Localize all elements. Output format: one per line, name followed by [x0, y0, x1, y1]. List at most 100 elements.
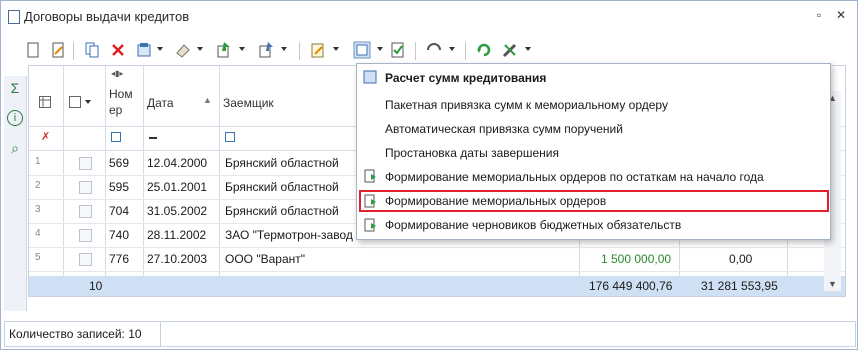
restore-button[interactable]: ▫	[813, 9, 825, 21]
settings-arrows-dropdown[interactable]	[449, 47, 455, 51]
header-checkbox-cell[interactable]	[63, 66, 106, 124]
import-icon[interactable]	[215, 41, 233, 59]
cell-borrower: Брянский областной	[225, 204, 339, 218]
date-filter-icon[interactable]	[149, 137, 157, 139]
toolbar-separator	[415, 42, 416, 60]
status-divider	[160, 322, 161, 346]
edit-note-icon[interactable]	[309, 41, 327, 59]
row-checkbox[interactable]	[79, 181, 92, 194]
eraser-icon[interactable]	[174, 41, 192, 59]
calculation-context-menu: Расчет сумм кредитования Пакетная привяз…	[356, 63, 831, 240]
edit-document-icon[interactable]	[49, 41, 67, 59]
menu-item-budget-drafts[interactable]: Формирование черновиков бюджетных обязат…	[385, 218, 681, 232]
register-dropdown[interactable]	[157, 47, 163, 51]
totals-count: 10	[89, 279, 103, 293]
cell-borrower: Брянский областной	[225, 156, 339, 170]
eraser-dropdown[interactable]	[197, 47, 203, 51]
cell-number: 704	[109, 204, 130, 218]
delete-icon[interactable]	[109, 41, 127, 59]
cell-number: 595	[109, 180, 130, 194]
scroll-down-icon[interactable]: ▼	[828, 279, 837, 289]
highlighted-item-frame	[359, 190, 829, 212]
export-dropdown[interactable]	[281, 47, 287, 51]
search-icon[interactable]: ⌕	[7, 140, 23, 156]
cell-borrower: Брянский областной	[225, 180, 339, 194]
cell-date: 31.05.2002	[147, 204, 208, 218]
row-checkbox[interactable]	[79, 253, 92, 266]
toolbar-separator	[299, 42, 300, 60]
cell-date: 12.04.2000	[147, 156, 208, 170]
main-window: Договоры выдачи кредитов ▫ ✕ Σ i ⌕ Ном е…	[0, 0, 858, 350]
cell-number: 740	[109, 228, 130, 242]
row-index: 5	[35, 252, 41, 263]
clear-filter-icon[interactable]: ✗	[41, 130, 50, 143]
row-index: 4	[35, 228, 41, 239]
number-filter-icon[interactable]	[111, 132, 121, 142]
header-select-cell[interactable]	[29, 66, 64, 124]
calculation-menu-icon	[363, 70, 377, 84]
cell-amount1: 1 500 000,00	[601, 252, 672, 266]
cell-borrower: ЗАО "Термотрон-завод	[225, 228, 353, 242]
record-count: Количество записей: 10	[9, 327, 142, 341]
header-borrower-label: Заемщик	[223, 96, 274, 110]
cell-number: 569	[109, 156, 130, 170]
cell-date: 25.01.2001	[147, 180, 208, 194]
menu-item-orders-by-balance[interactable]: Формирование мемориальных ордеров по ост…	[385, 170, 764, 184]
toolbar-separator	[73, 42, 74, 60]
totals-row: 10 176 449 400,76 31 281 553,95	[29, 276, 845, 296]
green-document-icon	[363, 218, 377, 232]
import-dropdown[interactable]	[239, 47, 245, 51]
tools-icon[interactable]	[501, 41, 519, 59]
tools-dropdown[interactable]	[525, 47, 531, 51]
table-row[interactable]: 5 776 27.10.2003 ООО "Варант" 1 500 000,00 0,…	[29, 248, 845, 272]
toolbar	[9, 39, 849, 63]
cell-date: 28.11.2002	[147, 228, 207, 242]
calculation-dropdown[interactable]	[377, 47, 383, 51]
document-icon	[8, 10, 20, 24]
green-document-icon	[363, 169, 377, 183]
row-checkbox[interactable]	[79, 205, 92, 218]
menu-item-auto-binding[interactable]: Автоматическая привязка сумм поручений	[385, 122, 623, 136]
row-checkbox[interactable]	[79, 229, 92, 242]
borrower-filter-icon[interactable]	[225, 132, 235, 142]
new-document-icon[interactable]	[24, 41, 42, 59]
header-number-line1: Ном	[109, 87, 133, 101]
row-index: 1	[35, 156, 41, 167]
header-date-label: Дата	[147, 96, 174, 110]
row-checkbox[interactable]	[79, 157, 92, 170]
select-all-checkbox[interactable]	[69, 96, 81, 108]
cell-borrower: ООО "Варант"	[225, 252, 306, 266]
row-index: 2	[35, 180, 41, 191]
row-index: 3	[35, 204, 41, 215]
header-number[interactable]: Ном ер ◂▮▸	[105, 66, 144, 124]
column-resize-icon: ◂▮▸	[111, 69, 124, 78]
cell-amount2: 0,00	[729, 252, 753, 266]
calculation-icon[interactable]	[353, 41, 371, 59]
refresh-icon[interactable]	[475, 41, 493, 59]
title-bar: Договоры выдачи кредитов ▫ ✕	[1, 1, 857, 31]
sort-ascending-icon: ▲	[203, 95, 212, 105]
menu-item-batch-binding[interactable]: Пакетная привязка сумм к мемориальному о…	[385, 98, 668, 112]
sum-icon[interactable]: Σ	[7, 80, 23, 96]
menu-item-end-date[interactable]: Простановка даты завершения	[385, 146, 559, 160]
close-button[interactable]: ✕	[835, 9, 847, 21]
copy-icon[interactable]	[83, 41, 101, 59]
left-sidebar: Σ i ⌕	[4, 76, 27, 311]
window-title: Договоры выдачи кредитов	[24, 9, 190, 24]
header-number-line2: ер	[109, 103, 123, 117]
check-document-icon[interactable]	[389, 41, 407, 59]
settings-arrows-icon[interactable]	[425, 41, 443, 59]
edit-note-dropdown[interactable]	[333, 47, 339, 51]
register-icon[interactable]	[135, 41, 153, 59]
totals-amount1: 176 449 400,76	[589, 279, 673, 293]
totals-amount2: 31 281 553,95	[701, 279, 778, 293]
info-icon[interactable]: i	[7, 110, 23, 126]
export-icon[interactable]	[257, 41, 275, 59]
checkbox-dropdown[interactable]	[85, 100, 91, 104]
cell-date: 27.10.2003	[147, 252, 208, 266]
header-date[interactable]: Дата ▲	[143, 66, 220, 124]
status-bar: Количество записей: 10	[4, 321, 856, 347]
cell-number: 776	[109, 252, 130, 266]
menu-header: Расчет сумм кредитования	[385, 71, 547, 85]
toolbar-separator	[465, 42, 466, 60]
